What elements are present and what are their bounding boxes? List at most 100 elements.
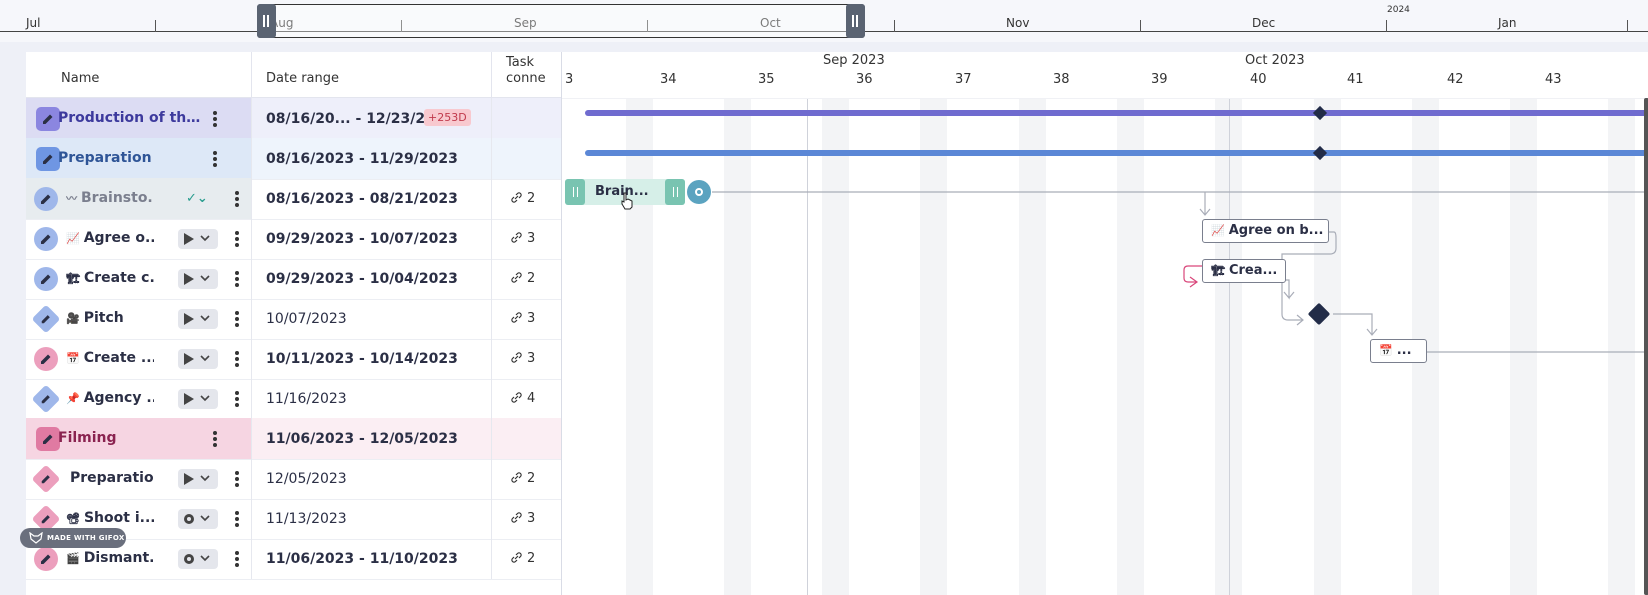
date-cell[interactable]: 08/16/2023 - 08/21/2023 (251, 178, 491, 219)
connections-cell[interactable]: 3 (491, 218, 561, 259)
status-button[interactable] (178, 549, 218, 569)
task-name[interactable]: 🎬Dismant... (66, 550, 154, 566)
status-button[interactable] (178, 509, 218, 529)
more-options-icon[interactable] (234, 271, 240, 287)
overview-right-handle[interactable] (846, 4, 865, 38)
status-play-button[interactable] (178, 349, 218, 369)
connections-cell[interactable]: 3 (491, 498, 561, 539)
task-emoji-icon: 🏗 (66, 272, 80, 285)
edit-icon[interactable] (34, 267, 58, 291)
milestone-edit-icon[interactable] (31, 304, 61, 334)
task-name[interactable]: 📽 Shoot i... (66, 510, 154, 526)
more-options-icon[interactable] (234, 231, 240, 247)
task-name[interactable]: Preparatio... (66, 470, 154, 486)
column-header-connections[interactable]: Task conne (491, 52, 561, 98)
name-cell: 🏗Create c... (26, 258, 251, 299)
task-row-create-calendar[interactable]: 📅 Create ... 10/11/2023 - 10/14/2023 3 (26, 338, 561, 380)
overview-month-jul: Jul (26, 16, 41, 30)
status-play-button[interactable] (178, 389, 218, 409)
task-bar-label: Crea... (1228, 263, 1278, 278)
task-name[interactable]: 🎥 Pitch (66, 310, 154, 326)
connections-cell[interactable]: 2 (491, 178, 561, 219)
group-name[interactable]: Preparation (58, 150, 208, 166)
done-check-icon[interactable]: ✓⌄ (186, 191, 208, 206)
task-name[interactable]: 📌Agency ... (66, 390, 154, 406)
more-options-icon[interactable] (212, 431, 218, 447)
edit-icon[interactable] (34, 187, 58, 211)
record-icon (184, 554, 210, 564)
milestone-edit-icon[interactable] (31, 464, 61, 494)
more-options-icon[interactable] (234, 471, 240, 487)
milestone-edit-icon[interactable] (31, 384, 61, 414)
crane-emoji-icon: 🏗 (1211, 264, 1225, 277)
group-name[interactable]: Filming (58, 430, 208, 446)
more-options-icon[interactable] (234, 191, 240, 207)
task-row-preparation[interactable]: Preparatio... 12/05/2023 2 (26, 458, 561, 500)
date-cell[interactable]: 12/05/2023 (251, 458, 491, 499)
task-name[interactable]: 📈 Agree o... (66, 230, 154, 246)
group-row-filming[interactable]: Filming 11/06/2023 - 12/05/2023 (26, 418, 561, 460)
connections-cell[interactable]: 2 (491, 538, 561, 579)
more-options-icon[interactable] (212, 111, 218, 127)
more-options-icon[interactable] (234, 391, 240, 407)
status-play-button[interactable] (178, 269, 218, 289)
date-cell[interactable]: 11/06/2023 - 12/05/2023 (251, 418, 491, 459)
more-options-icon[interactable] (234, 511, 240, 527)
task-bar-create-calendar[interactable]: 📅... (1370, 339, 1427, 363)
connections-cell[interactable]: 4 (491, 378, 561, 419)
status-play-button[interactable] (178, 469, 218, 489)
task-row-create-c[interactable]: 🏗Create c... 09/29/2023 - 10/04/2023 2 (26, 258, 561, 300)
vertical-scrollbar[interactable] (1644, 98, 1648, 595)
column-header-name[interactable]: Name (26, 52, 251, 98)
overview-left-handle[interactable] (257, 4, 276, 38)
task-bar-agree[interactable]: 📈 Agree on b... (1202, 219, 1329, 243)
edit-icon[interactable] (36, 107, 60, 131)
task-row-brainstorm[interactable]: 〰Brainsto... ✓⌄ 08/16/2023 - 08/21/2023 … (26, 178, 561, 220)
task-name[interactable]: 〰 Brainsto... (66, 190, 154, 206)
connections-cell[interactable]: 2 (491, 458, 561, 499)
group-name[interactable]: Production of the im... (58, 110, 208, 126)
task-row-pitch[interactable]: 🎥 Pitch 10/07/2023 3 (26, 298, 561, 340)
group-row-preparation[interactable]: Preparation 08/16/2023 - 11/29/2023 (26, 138, 561, 180)
gantt-chart[interactable]: Sep 2023 Oct 2023 3 34 35 36 37 38 39 40… (561, 52, 1648, 595)
connections-count: 3 (510, 511, 535, 526)
edit-icon[interactable] (34, 227, 58, 251)
date-value: 12/05/2023 (266, 471, 347, 487)
overview-range-window[interactable] (257, 4, 865, 38)
date-range-value: 11/06/2023 - 12/05/2023 (266, 431, 458, 447)
edit-icon[interactable] (36, 427, 60, 451)
date-cell[interactable]: 08/16/2023 - 11/29/2023 (251, 138, 491, 179)
column-header-date[interactable]: Date range (251, 52, 491, 98)
date-cell[interactable]: 11/06/2023 - 11/10/2023 (251, 538, 491, 579)
play-icon (184, 473, 210, 485)
more-options-icon[interactable] (234, 311, 240, 327)
date-cell[interactable]: 11/13/2023 (251, 498, 491, 539)
more-options-icon[interactable] (234, 551, 240, 567)
task-name[interactable]: 🏗Create c... (66, 270, 154, 286)
task-name[interactable]: 📅 Create ... (66, 350, 154, 366)
status-play-button[interactable] (178, 309, 218, 329)
date-cell[interactable]: 11/16/2023 (251, 378, 491, 419)
group-row-production[interactable]: Production of the im... 08/16/20... - 12… (26, 98, 561, 140)
status-play-button[interactable] (178, 229, 218, 249)
connections-cell[interactable]: 3 (491, 298, 561, 339)
date-cell[interactable]: 09/29/2023 - 10/07/2023 (251, 218, 491, 259)
connections-cell[interactable]: 3 (491, 338, 561, 379)
more-options-icon[interactable] (212, 151, 218, 167)
edit-icon[interactable] (34, 347, 58, 371)
date-cell[interactable]: 09/29/2023 - 10/04/2023 (251, 258, 491, 299)
task-row-agency[interactable]: 📌Agency ... 11/16/2023 4 (26, 378, 561, 420)
date-cell[interactable]: 10/11/2023 - 10/14/2023 (251, 338, 491, 379)
link-icon (511, 552, 522, 563)
edit-icon[interactable] (34, 547, 58, 571)
task-row-agree[interactable]: 📈 Agree o... 09/29/2023 - 10/07/2023 3 (26, 218, 561, 260)
connections-cell[interactable]: 2 (491, 258, 561, 299)
edit-icon[interactable] (36, 147, 60, 171)
overview-timeline[interactable]: Jul Aug Sep Oct Nov Dec 2024 Jan (0, 0, 1648, 42)
overview-year: 2024 (1387, 5, 1410, 15)
column-header-name-label: Name (61, 71, 100, 86)
date-cell[interactable]: 08/16/20... - 12/23/20... +253D (251, 98, 491, 139)
task-bar-create-c[interactable]: 🏗 Crea... (1202, 259, 1286, 283)
date-cell[interactable]: 10/07/2023 (251, 298, 491, 339)
more-options-icon[interactable] (234, 351, 240, 367)
